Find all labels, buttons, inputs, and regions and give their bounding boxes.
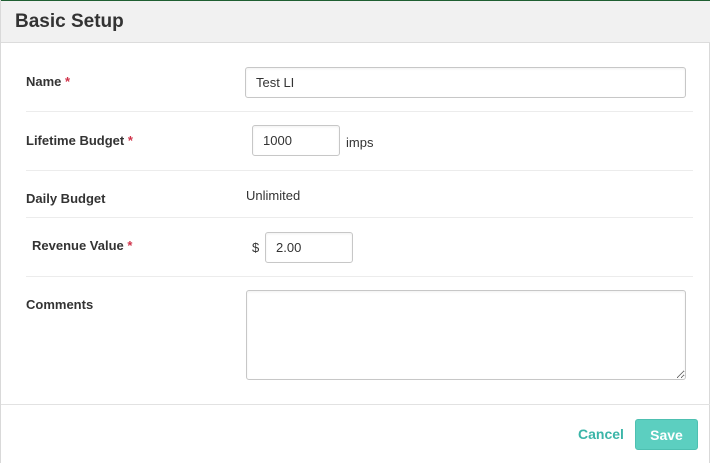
lifetime-budget-label-text: Lifetime Budget bbox=[26, 133, 125, 148]
comments-label: Comments bbox=[26, 297, 93, 312]
revenue-value-label: Revenue Value * bbox=[32, 238, 132, 253]
currency-symbol: $ bbox=[252, 240, 260, 255]
name-label: Name * bbox=[26, 74, 70, 89]
save-button[interactable]: Save bbox=[635, 419, 698, 450]
revenue-value-input[interactable] bbox=[265, 232, 353, 263]
cancel-button[interactable]: Cancel bbox=[578, 426, 624, 442]
divider bbox=[26, 170, 693, 171]
dialog-title: Basic Setup bbox=[15, 11, 124, 32]
divider bbox=[26, 217, 693, 218]
name-label-text: Name bbox=[26, 74, 62, 89]
lifetime-budget-unit: imps bbox=[346, 135, 374, 150]
lifetime-budget-input[interactable] bbox=[252, 125, 340, 156]
footer-divider bbox=[1, 404, 710, 405]
comments-textarea[interactable] bbox=[246, 290, 686, 380]
basic-setup-dialog: Basic Setup Name * Lifetime Budget * imp… bbox=[0, 0, 710, 463]
comments-label-text: Comments bbox=[26, 297, 94, 312]
lifetime-budget-label: Lifetime Budget * bbox=[26, 133, 133, 148]
required-marker: * bbox=[127, 238, 133, 253]
divider bbox=[26, 276, 693, 277]
daily-budget-value: Unlimited bbox=[246, 188, 301, 203]
required-marker: * bbox=[65, 74, 71, 89]
daily-budget-label-text: Daily Budget bbox=[26, 191, 106, 206]
daily-budget-label: Daily Budget bbox=[26, 191, 105, 206]
name-input[interactable] bbox=[245, 67, 686, 98]
required-marker: * bbox=[127, 133, 133, 148]
dialog-header: Basic Setup bbox=[1, 0, 710, 43]
divider bbox=[26, 111, 693, 112]
revenue-value-label-text: Revenue Value bbox=[32, 238, 124, 253]
